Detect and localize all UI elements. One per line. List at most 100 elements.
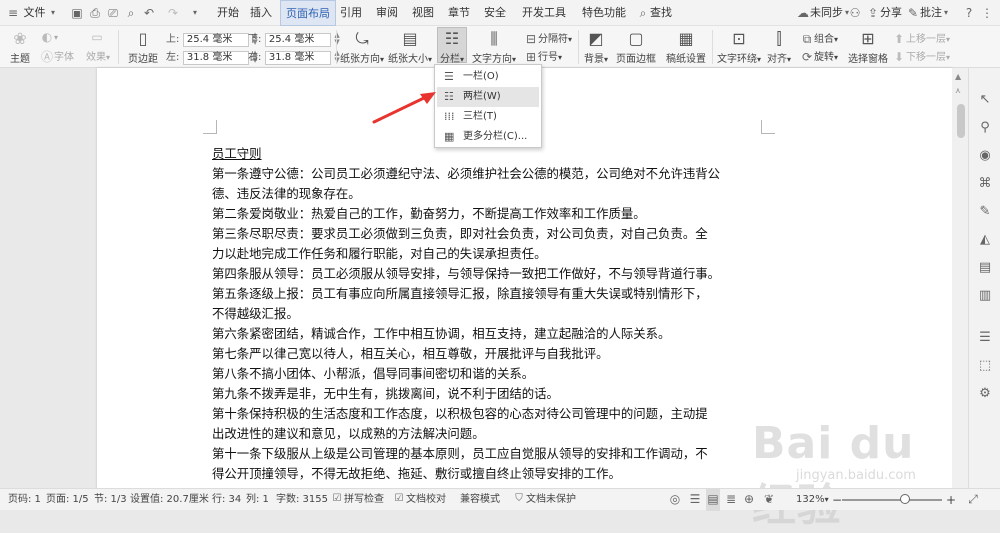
tab-references[interactable]: 引用: [336, 0, 366, 26]
rotate-button[interactable]: ⟳ 旋转▾: [800, 48, 838, 64]
paragraph-line[interactable]: 第一条遵守公德：公司员工必须遵纪守法、必须维护社会公德的模范，公司绝对不允许违背…: [212, 164, 747, 184]
pin-icon[interactable]: ⚲: [977, 120, 993, 136]
columns-button[interactable]: ☷ 分栏▾: [437, 27, 467, 65]
spell-check-button[interactable]: ☑ 拼写检查: [330, 489, 384, 511]
style-icon[interactable]: ⌘: [977, 176, 993, 192]
select-pane-button[interactable]: ⊞ 选择窗格: [848, 28, 888, 65]
share-button[interactable]: ⇪ 分享: [866, 0, 902, 26]
file-menu[interactable]: ≡ 文件 ▾: [6, 0, 57, 26]
bring-forward-button[interactable]: ⬆ 上移一层▾: [892, 30, 950, 46]
paragraph-line[interactable]: 第六条紧密团结，精诚合作，工作中相互协调，相互支持，建立起融洽的人际关系。: [212, 324, 747, 344]
paper-size-button[interactable]: ▤ 纸张大小▾: [388, 28, 432, 65]
status-row[interactable]: 行: 34: [212, 489, 241, 511]
color-button[interactable]: ◐ ▾: [40, 30, 58, 44]
line-number-button[interactable]: ⊞ 行号▾: [524, 48, 562, 64]
paragraph-line[interactable]: 第五条逐级上报：员工有事应向所属直接领导汇报，除直接领导有重大失误或特别情形下，: [212, 284, 747, 304]
margin-left-input[interactable]: 31.8 毫米: [182, 51, 249, 65]
zoom-out-icon[interactable]: −: [832, 489, 842, 511]
paragraph-line[interactable]: 不得越级汇报。: [212, 304, 747, 324]
paragraph-line[interactable]: 德、违反法律的现象存在。: [212, 184, 747, 204]
send-backward-button[interactable]: ⬇ 下移一层▾: [892, 48, 950, 64]
customize-toolbar-icon[interactable]: ▾: [188, 0, 202, 26]
margin-left-field[interactable]: 左: 31.8 毫米 ▲ ▼: [166, 48, 258, 65]
print-preview-icon[interactable]: ⌕: [124, 0, 138, 26]
status-section[interactable]: 节: 1/3: [94, 489, 127, 511]
paragraph-line[interactable]: 第九条不拨弄是非，无中生有，挑拨离间，说不利于团结的话。: [212, 384, 747, 404]
eye-view-icon[interactable]: ◎: [668, 489, 682, 511]
paper-setting-button[interactable]: ▦ 稿纸设置: [664, 28, 708, 65]
align-button[interactable]: ⫿ 对齐▾: [766, 28, 792, 65]
status-page-num[interactable]: 页码: 1: [8, 489, 41, 511]
tab-features[interactable]: 特色功能: [578, 0, 630, 26]
document-icon[interactable]: ▤: [977, 260, 993, 276]
margin-top-field[interactable]: 上: 25.4 毫米 ▲ ▼: [166, 30, 258, 47]
select-icon[interactable]: ⬚: [977, 358, 993, 374]
zoom-in-icon[interactable]: +: [946, 489, 956, 511]
paragraph-line[interactable]: 第七条严以律己宽以待人，相互关心，相互尊敬，开展批评与自我批评。: [212, 344, 747, 364]
menu-item-more-columns[interactable]: ▦ 更多分栏(C)...: [437, 127, 539, 147]
paragraph-line[interactable]: 第二条爱岗敬业：热爱自己的工作，勤奋努力，不断提高工作效率和工作质量。: [212, 204, 747, 224]
more-icon[interactable]: ⋮: [980, 0, 994, 26]
comment-button[interactable]: ✎ 批注 ▾: [906, 0, 950, 26]
shape-icon[interactable]: ◭: [977, 232, 993, 248]
text-direction-button[interactable]: ⫼ 文字方向▾: [472, 28, 516, 65]
page-border-button[interactable]: ▢ 页面边框: [614, 28, 658, 65]
scroll-up-icon[interactable]: ▲: [955, 72, 961, 81]
status-pages[interactable]: 页面: 1/5: [46, 489, 89, 511]
read-mode-icon[interactable]: ☰: [688, 489, 702, 511]
print-icon[interactable]: ⎚: [106, 0, 120, 26]
notes-icon[interactable]: ☰: [977, 330, 993, 346]
export-pdf-icon[interactable]: ⎙: [88, 0, 102, 26]
margin-top-input[interactable]: 25.4 毫米: [182, 33, 249, 47]
tab-view[interactable]: 视图: [408, 0, 438, 26]
font-button[interactable]: Ⓐ字体: [40, 48, 74, 64]
compat-mode[interactable]: 兼容模式: [460, 489, 500, 511]
redo-icon[interactable]: ↷: [166, 0, 180, 26]
margin-bottom-input[interactable]: 25.4 毫米: [264, 33, 331, 47]
location-icon[interactable]: ◉: [977, 148, 993, 164]
margin-right-field[interactable]: 右: 31.8 毫米 ▲ ▼: [248, 48, 340, 65]
menu-item-one-column[interactable]: ☰ 一栏(O): [437, 67, 539, 87]
theme-button[interactable]: ❀ 主题: [6, 28, 34, 65]
protect-status[interactable]: ⛉ 文档未保护: [512, 489, 576, 511]
zoom-slider[interactable]: [842, 499, 942, 501]
help-icon[interactable]: ?: [962, 0, 976, 26]
tab-section[interactable]: 章节: [444, 0, 474, 26]
tab-insert[interactable]: 插入: [244, 0, 278, 26]
outline-view-icon[interactable]: ≣: [724, 489, 738, 511]
cursor-icon[interactable]: ↖: [977, 92, 993, 108]
zoom-level[interactable]: 132%▾: [796, 489, 829, 511]
zoom-slider-knob[interactable]: [900, 494, 910, 504]
menu-item-two-columns[interactable]: ☷ 两栏(W): [437, 87, 539, 107]
orientation-button[interactable]: ⤿ 纸张方向▾: [340, 28, 384, 65]
doc-check-button[interactable]: ☑ 文档校对: [392, 489, 446, 511]
page-setup-icon[interactable]: ▭: [90, 30, 104, 44]
sync-status[interactable]: ☁未同步 ▾: [796, 0, 851, 26]
paragraph-line[interactable]: 第八条不搞小团体、小帮派，倡导同事间密切和谐的关系。: [212, 364, 747, 384]
tab-page-layout[interactable]: 页面布局: [280, 0, 336, 26]
paragraph-line[interactable]: 第三条尽职尽责：要求员工必须做到三负责，即对社会负责，对公司负责，对自己负责。全: [212, 224, 747, 244]
paragraph-line[interactable]: 第四条服从领导：员工必须服从领导安排，与领导保持一致把工作做好，不与领导背道行事…: [212, 264, 747, 284]
scroll-collapse-icon[interactable]: ⋏: [955, 86, 961, 95]
save-icon[interactable]: ▣: [70, 0, 84, 26]
menu-item-three-columns[interactable]: ⁞⁞⁞ 三栏(T): [437, 107, 539, 127]
paragraph-line[interactable]: 第十条保持积极的生活态度和工作态度，以积极包容的心态对待公司管理中的问题，主动提: [212, 404, 747, 424]
tab-review[interactable]: 审阅: [372, 0, 402, 26]
web-view-icon[interactable]: ⊕: [742, 489, 756, 511]
paragraph-line[interactable]: 第十一条下级服从上级是公司管理的基本原则，员工应自觉服从领导的安排和工作调动，不: [212, 444, 747, 464]
scrollbar-thumb[interactable]: [957, 104, 965, 138]
effect-button[interactable]: 效果▾: [86, 48, 110, 63]
margin-bottom-field[interactable]: 下: 25.4 毫米 ▲ ▼: [248, 30, 340, 47]
paragraph-line[interactable]: 得公开顶撞领导，不得无故拒绝、拖延、敷衍或擅自终止领导安排的工作。: [212, 464, 747, 484]
word-count[interactable]: 字数: 3155: [276, 489, 328, 511]
collaborate-button[interactable]: ⚇: [848, 0, 862, 26]
status-setting[interactable]: 设置值: 20.7厘米: [130, 489, 209, 511]
eye-protect-icon[interactable]: ❦: [762, 489, 776, 511]
page-view-icon[interactable]: ▤: [706, 489, 720, 511]
text-wrap-button[interactable]: ⊡ 文字环绕▾: [716, 28, 762, 65]
fullscreen-icon[interactable]: ⤢: [966, 489, 980, 511]
tab-developer[interactable]: 开发工具: [518, 0, 570, 26]
margin-button[interactable]: ▯ 页边距: [126, 28, 160, 65]
edit-icon[interactable]: ✎: [977, 204, 993, 220]
bar-chart-icon[interactable]: ▥: [977, 288, 993, 304]
